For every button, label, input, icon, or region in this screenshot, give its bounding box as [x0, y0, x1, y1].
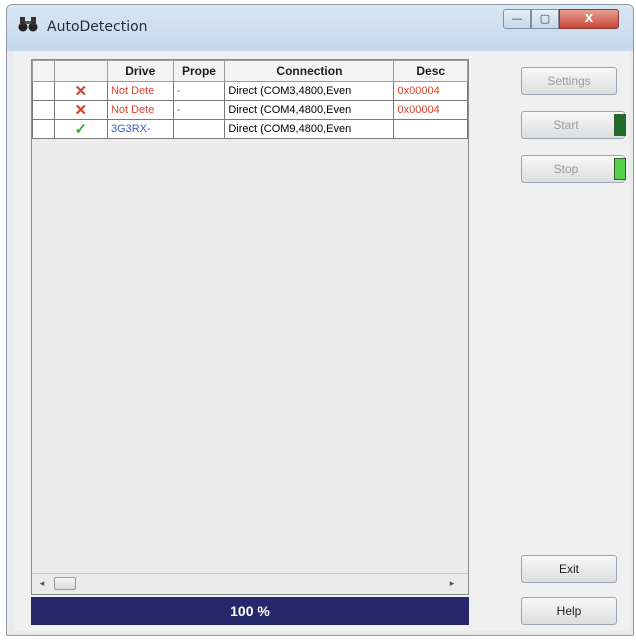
row-header[interactable] — [32, 119, 55, 139]
minimize-button[interactable]: — — [503, 9, 531, 29]
drive-cell: Not Dete — [106, 81, 174, 101]
stop-label: Stop — [553, 162, 579, 176]
fail-icon: ✕ — [53, 81, 108, 101]
scroll-right-icon[interactable]: ▸ — [446, 578, 458, 590]
connection-cell: Direct (COM4,4800,Even — [224, 100, 395, 120]
title-bar[interactable]: AutoDetection — ▢ X — [7, 5, 633, 51]
connection-cell: Direct (COM3,4800,Even — [224, 81, 395, 101]
table-row[interactable]: ✓ 3G3RX- Direct (COM9,4800,Even — [32, 119, 468, 139]
stop-status-led — [614, 158, 626, 180]
description-cell: 0x00004 — [393, 100, 468, 120]
column-header-drive[interactable]: Drive — [106, 60, 174, 82]
drive-cell: 3G3RX- — [106, 119, 174, 139]
close-icon: X — [584, 12, 594, 25]
help-label: Help — [556, 604, 582, 618]
close-button[interactable]: X — [559, 9, 619, 29]
binoculars-icon — [17, 15, 41, 35]
start-label: Start — [553, 118, 579, 132]
start-status-led — [614, 114, 626, 136]
stop-button[interactable]: Stop — [521, 155, 626, 183]
property-cell: - — [172, 81, 226, 101]
header-row: Drive Prope Connection Desc — [32, 60, 468, 82]
start-button[interactable]: Start — [521, 111, 626, 139]
column-header-property[interactable]: Prope — [172, 60, 226, 82]
drive-cell: Not Dete — [106, 100, 174, 120]
column-header-status[interactable] — [53, 60, 108, 82]
property-cell — [172, 119, 226, 139]
check-icon: ✓ — [53, 119, 108, 139]
table-row[interactable]: ✕ Not Dete - Direct (COM3,4800,Even 0x00… — [32, 81, 468, 101]
help-button[interactable]: Help — [521, 597, 617, 625]
maximize-icon: ▢ — [539, 12, 551, 25]
settings-button[interactable]: Settings — [521, 67, 617, 95]
column-header-corner — [32, 60, 55, 82]
horizontal-scrollbar[interactable]: ◂ ▸ — [32, 573, 468, 594]
table-row[interactable]: ✕ Not Dete - Direct (COM4,4800,Even 0x00… — [32, 100, 468, 120]
row-header[interactable] — [32, 81, 55, 101]
detection-table: Drive Prope Connection Desc ✕ Not Dete -… — [32, 60, 468, 139]
settings-label: Settings — [547, 74, 591, 88]
column-header-connection[interactable]: Connection — [224, 60, 395, 82]
row-header[interactable] — [32, 100, 55, 120]
detection-grid[interactable]: Drive Prope Connection Desc ✕ Not Dete -… — [31, 59, 469, 595]
fail-icon: ✕ — [53, 100, 108, 120]
window-title: AutoDetection — [47, 19, 148, 35]
column-header-description[interactable]: Desc — [393, 60, 468, 82]
maximize-button[interactable]: ▢ — [531, 9, 559, 29]
description-cell: 0x00004 — [393, 81, 468, 101]
exit-button[interactable]: Exit — [521, 555, 617, 583]
exit-label: Exit — [558, 562, 579, 576]
minimize-icon: — — [511, 12, 523, 25]
progress-label: 100 % — [230, 603, 270, 619]
property-cell: - — [172, 100, 226, 120]
scroll-thumb[interactable] — [54, 577, 76, 590]
scroll-left-icon[interactable]: ◂ — [36, 578, 48, 590]
autodetection-window: AutoDetection — ▢ X Drive Prope Connecti… — [6, 4, 634, 636]
description-cell — [393, 119, 468, 139]
client-area: Drive Prope Connection Desc ✕ Not Dete -… — [13, 51, 629, 631]
progress-bar: 100 % — [31, 597, 469, 625]
connection-cell: Direct (COM9,4800,Even — [224, 119, 395, 139]
